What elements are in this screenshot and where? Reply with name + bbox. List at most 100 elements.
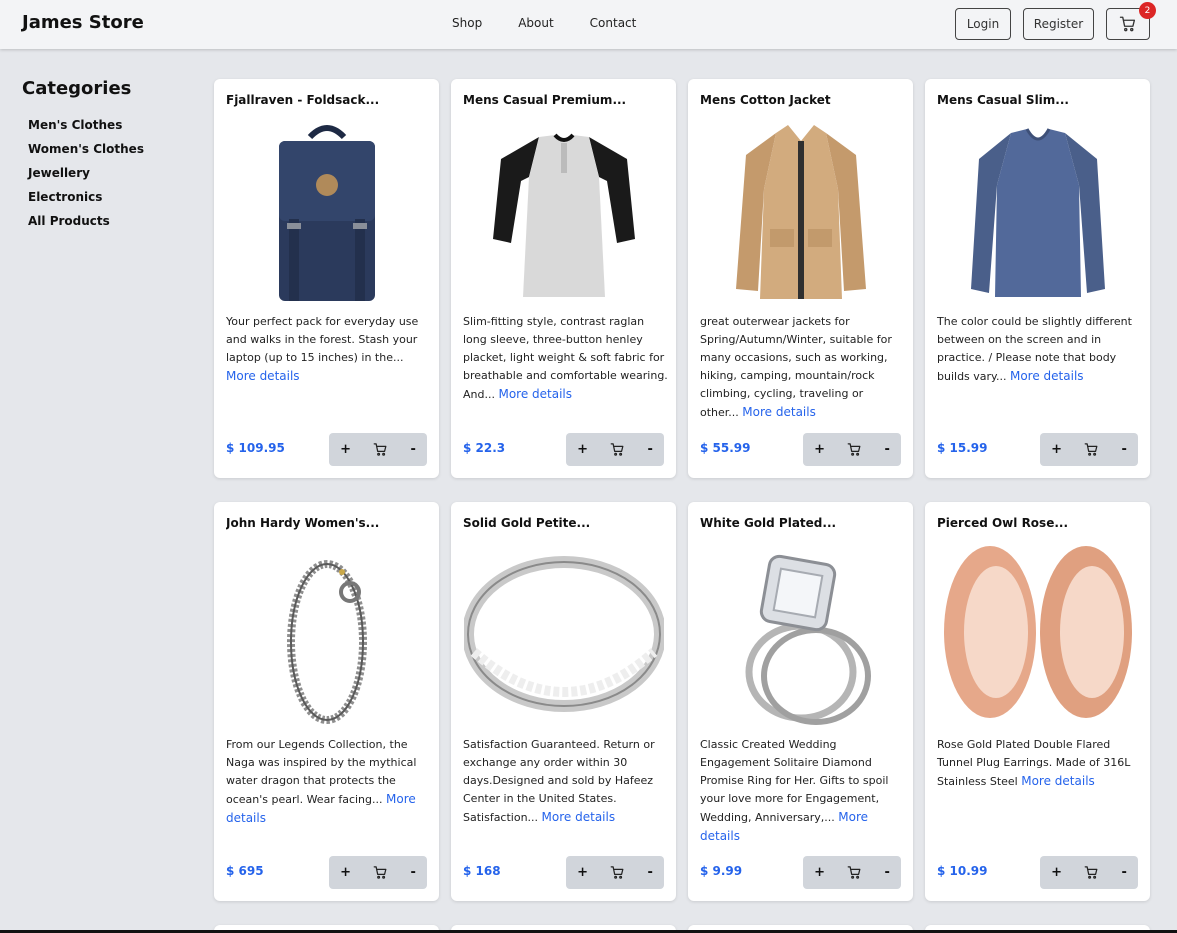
product-price: $ 15.99: [937, 441, 988, 455]
more-details-link[interactable]: More details: [1021, 774, 1095, 788]
product-image[interactable]: [937, 542, 1138, 727]
top-navbar: James Store Shop About Contact Login Reg…: [0, 0, 1177, 49]
product-price: $ 168: [463, 864, 501, 878]
cart-icon: [1119, 16, 1136, 32]
decrease-quantity-button[interactable]: -: [884, 865, 889, 880]
cart-icon: [610, 443, 624, 456]
product-card: White Gold Plated... Classic Created Wed…: [688, 502, 913, 901]
product-image[interactable]: [463, 119, 664, 304]
product-title[interactable]: Fjallraven - Foldsack...: [226, 93, 426, 107]
product-description: Slim-fitting style, contrast raglan long…: [463, 313, 668, 404]
increase-quantity-button[interactable]: +: [340, 442, 351, 457]
decrease-quantity-button[interactable]: -: [884, 442, 889, 457]
add-to-cart-button[interactable]: [373, 865, 388, 880]
increase-quantity-button[interactable]: +: [1051, 442, 1062, 457]
cart-icon: [847, 866, 861, 879]
nav-contact[interactable]: Contact: [590, 16, 637, 30]
category-mens-clothes[interactable]: Men's Clothes: [28, 113, 192, 137]
product-image[interactable]: [463, 542, 664, 727]
increase-quantity-button[interactable]: +: [1051, 865, 1062, 880]
add-to-cart-button[interactable]: [847, 442, 862, 457]
product-price: $ 22.3: [463, 441, 506, 455]
decrease-quantity-button[interactable]: -: [1121, 865, 1126, 880]
cart-icon: [373, 443, 387, 456]
product-card: John Hardy Women's... From our Legends C…: [214, 502, 439, 901]
cart-button[interactable]: 2: [1106, 2, 1156, 40]
product-description: From our Legends Collection, the Naga wa…: [226, 736, 431, 828]
increase-quantity-button[interactable]: +: [577, 865, 588, 880]
categories-heading: Categories: [22, 78, 132, 99]
product-card: Mens Casual Slim... The color could be s…: [925, 79, 1150, 478]
main-nav: Shop About Contact: [452, 16, 672, 30]
product-description: Rose Gold Plated Double Flared Tunnel Pl…: [937, 736, 1142, 791]
quantity-controls: + -: [803, 856, 901, 889]
register-button[interactable]: Register: [1023, 8, 1094, 40]
decrease-quantity-button[interactable]: -: [647, 442, 652, 457]
more-details-link[interactable]: More details: [226, 369, 300, 383]
product-description: Satisfaction Guaranteed. Return or excha…: [463, 736, 668, 827]
product-image[interactable]: [226, 542, 427, 727]
quantity-controls: + -: [803, 433, 901, 466]
product-card: Solid Gold Petite... Satisfaction Guaran…: [451, 502, 676, 901]
cart-icon: [1084, 866, 1098, 879]
quantity-controls: + -: [566, 856, 664, 889]
nav-shop[interactable]: Shop: [452, 16, 482, 30]
product-title[interactable]: Mens Cotton Jacket: [700, 93, 900, 107]
increase-quantity-button[interactable]: +: [814, 442, 825, 457]
category-womens-clothes[interactable]: Women's Clothes: [28, 137, 192, 161]
more-details-link[interactable]: More details: [498, 387, 572, 401]
product-title[interactable]: Pierced Owl Rose...: [937, 516, 1137, 530]
cart-icon: [847, 443, 861, 456]
brand-logo[interactable]: James Store: [22, 12, 144, 33]
increase-quantity-button[interactable]: +: [340, 865, 351, 880]
quantity-controls: + -: [1040, 856, 1138, 889]
product-price: $ 109.95: [226, 441, 285, 455]
product-title[interactable]: Mens Casual Slim...: [937, 93, 1137, 107]
product-price: $ 55.99: [700, 441, 751, 455]
product-card: Pierced Owl Rose... Rose Gold Plated Dou…: [925, 502, 1150, 901]
category-list: Men's Clothes Women's Clothes Jewellery …: [22, 113, 192, 233]
product-image[interactable]: [937, 119, 1138, 304]
product-description-text: Your perfect pack for everyday use and w…: [226, 315, 419, 364]
login-button[interactable]: Login: [955, 8, 1011, 40]
category-electronics[interactable]: Electronics: [28, 185, 192, 209]
add-to-cart-button[interactable]: [373, 442, 388, 457]
product-price: $ 695: [226, 864, 264, 878]
product-description: Classic Created Wedding Engagement Solit…: [700, 736, 905, 846]
product-title[interactable]: John Hardy Women's...: [226, 516, 426, 530]
add-to-cart-button[interactable]: [610, 865, 625, 880]
decrease-quantity-button[interactable]: -: [1121, 442, 1126, 457]
more-details-link[interactable]: More details: [1010, 369, 1084, 383]
product-price: $ 9.99: [700, 864, 743, 878]
product-card: Mens Casual Premium... Slim-fitting styl…: [451, 79, 676, 478]
category-sidebar: Categories Men's Clothes Women's Clothes…: [22, 78, 192, 233]
product-title[interactable]: Mens Casual Premium...: [463, 93, 663, 107]
category-all-products[interactable]: All Products: [28, 209, 192, 233]
product-description: great outerwear jackets for Spring/Autum…: [700, 313, 905, 422]
increase-quantity-button[interactable]: +: [814, 865, 825, 880]
more-details-link[interactable]: More details: [742, 405, 816, 419]
cart-icon: [373, 866, 387, 879]
product-description: Your perfect pack for everyday use and w…: [226, 313, 431, 386]
add-to-cart-button[interactable]: [1084, 865, 1099, 880]
quantity-controls: + -: [329, 856, 427, 889]
product-title[interactable]: Solid Gold Petite...: [463, 516, 663, 530]
decrease-quantity-button[interactable]: -: [647, 865, 652, 880]
category-jewellery[interactable]: Jewellery: [28, 161, 192, 185]
add-to-cart-button[interactable]: [1084, 442, 1099, 457]
add-to-cart-button[interactable]: [847, 865, 862, 880]
nav-about[interactable]: About: [518, 16, 553, 30]
more-details-link[interactable]: More details: [542, 810, 616, 824]
decrease-quantity-button[interactable]: -: [410, 442, 415, 457]
quantity-controls: + -: [1040, 433, 1138, 466]
product-card: Fjallraven - Foldsack... Your perfect pa…: [214, 79, 439, 478]
product-price: $ 10.99: [937, 864, 988, 878]
product-image[interactable]: [700, 542, 901, 727]
decrease-quantity-button[interactable]: -: [410, 865, 415, 880]
product-title[interactable]: White Gold Plated...: [700, 516, 900, 530]
cart-icon: [610, 866, 624, 879]
product-image[interactable]: [700, 119, 901, 304]
add-to-cart-button[interactable]: [610, 442, 625, 457]
increase-quantity-button[interactable]: +: [577, 442, 588, 457]
product-image[interactable]: [226, 119, 427, 304]
